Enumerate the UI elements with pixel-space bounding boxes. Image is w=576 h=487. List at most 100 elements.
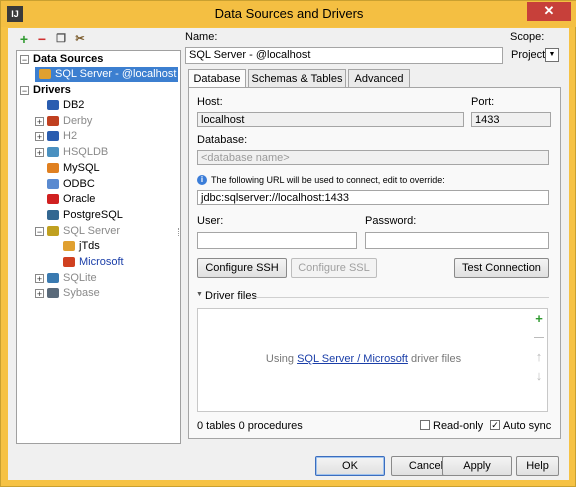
database-driver-icon [47, 272, 59, 283]
readonly-checkbox[interactable] [420, 420, 430, 430]
driver-files-list[interactable]: Using SQL Server / Microsoft driver file… [197, 308, 548, 412]
host-field[interactable]: localhost [197, 112, 464, 127]
user-label: User: [197, 215, 224, 227]
configure-ssl-button[interactable]: Configure SSL [291, 258, 377, 278]
password-label: Password: [365, 215, 417, 227]
dialog-client-area: + − ❐ ✂ − Data Sources SQL Server - @loc… [8, 28, 569, 480]
database-driver-icon [63, 257, 75, 268]
database-driver-icon [47, 209, 59, 220]
tree-item-driver[interactable]: jTds [63, 239, 100, 254]
host-label: Host: [197, 96, 223, 108]
tree-item-driver[interactable]: H2 [47, 129, 77, 144]
tree-item-label: DB2 [63, 99, 85, 111]
scope-select[interactable]: Project [511, 48, 545, 63]
user-field[interactable] [197, 232, 357, 249]
close-button[interactable]: ✕ [527, 2, 571, 21]
autosync-label: Auto sync [503, 420, 552, 432]
expand-toggle-icon[interactable]: − [20, 86, 29, 96]
expand-toggle-icon[interactable]: − [35, 226, 44, 236]
database-field[interactable]: <database name> [197, 150, 549, 165]
duplicate-icon[interactable]: ❐ [53, 31, 69, 47]
tree-item-driver[interactable]: DB2 [47, 98, 84, 113]
port-field[interactable]: 1433 [471, 112, 551, 127]
tab-advanced[interactable]: Advanced [348, 69, 410, 87]
tree-item-label: jTds [79, 240, 100, 253]
expand-toggle-icon[interactable]: + [35, 132, 44, 142]
tree-item-label: MySQL [63, 161, 100, 174]
port-label: Port: [471, 96, 495, 108]
scope-value: Project [511, 49, 546, 61]
tree-item-label: SQLite [63, 271, 97, 284]
name-label: Name: [185, 31, 218, 43]
expand-toggle-icon[interactable]: + [35, 289, 44, 299]
data-sources-tree[interactable]: − Data Sources SQL Server - @localhost −… [16, 50, 181, 444]
tree-item-label: H2 [63, 130, 78, 143]
expand-toggle-icon[interactable]: + [35, 148, 44, 158]
tree-item-label: SQL Server - @localhost [55, 68, 177, 80]
window-title: Data Sources and Drivers [214, 6, 364, 21]
tree-item-driver[interactable]: Oracle [47, 192, 95, 207]
ok-button[interactable]: OK [315, 456, 385, 476]
collapse-arrow-icon[interactable]: ▼ [196, 291, 203, 298]
tree-item-driver[interactable]: Microsoft [63, 255, 124, 270]
database-driver-icon [47, 225, 59, 236]
database-driver-icon [47, 288, 59, 299]
driver-link[interactable]: SQL Server / Microsoft [297, 353, 408, 365]
tree-item-driver[interactable]: HSQLDB [47, 145, 108, 160]
status-text: 0 tables 0 procedures [197, 420, 303, 432]
configure-ssh-button[interactable]: Configure SSH [197, 258, 287, 278]
tree-item-sql-server-localhost[interactable]: SQL Server - @localhost [35, 67, 178, 82]
tree-header-drivers[interactable]: Drivers [33, 83, 71, 98]
tab-schemas-tables[interactable]: Schemas & Tables [248, 69, 346, 87]
tree-item-driver[interactable]: SQL Server [47, 224, 120, 239]
database-driver-icon [47, 131, 59, 142]
info-icon: i [197, 175, 207, 185]
remove-driver-file-icon[interactable]: — [532, 331, 546, 345]
add-icon[interactable]: + [16, 31, 32, 47]
tree-item-label: HSQLDB [63, 146, 109, 159]
readonly-label: Read-only [433, 420, 484, 432]
move-up-icon[interactable]: ↑ [532, 350, 546, 364]
chevron-down-icon[interactable]: ▼ [545, 48, 559, 62]
tree-item-label: Sybase [63, 287, 100, 300]
driver-settings-icon[interactable]: ✂ [72, 31, 88, 47]
database-label: Database: [197, 134, 248, 146]
splitter-handle[interactable] [178, 228, 182, 236]
tab-database[interactable]: Database [188, 69, 246, 88]
test-connection-button[interactable]: Test Connection [454, 258, 549, 278]
database-driver-icon [47, 115, 59, 126]
help-button[interactable]: Help [516, 456, 559, 476]
database-driver-icon [47, 162, 59, 173]
expand-toggle-icon[interactable]: + [35, 273, 44, 283]
driver-text-suffix: driver files [407, 353, 462, 365]
tree-item-driver[interactable]: SQLite [47, 271, 97, 286]
tree-header-data-sources[interactable]: Data Sources [33, 52, 103, 67]
url-field[interactable]: jdbc:sqlserver://localhost:1433 [197, 190, 549, 205]
expand-toggle-icon[interactable]: − [20, 55, 29, 65]
section-divider [251, 297, 549, 298]
tree-item-label: Microsoft [79, 256, 124, 268]
driver-files-text: Using SQL Server / Microsoft driver file… [198, 353, 529, 365]
tree-item-driver[interactable]: Sybase [47, 286, 100, 301]
name-field[interactable]: SQL Server - @localhost [185, 47, 503, 64]
add-driver-file-icon[interactable]: + [532, 312, 546, 326]
tree-item-driver[interactable]: MySQL [47, 161, 100, 176]
move-down-icon[interactable]: ↓ [532, 369, 546, 383]
tree-item-driver[interactable]: PostgreSQL [47, 208, 123, 223]
remove-icon[interactable]: − [34, 31, 50, 47]
tree-item-label: ODBC [63, 177, 95, 190]
database-driver-icon [47, 194, 59, 205]
sql-server-icon [39, 69, 51, 80]
tree-item-driver[interactable]: ODBC [47, 177, 95, 192]
title-bar[interactable]: IJ Data Sources and Drivers ✕ [1, 1, 576, 27]
expand-toggle-icon[interactable]: + [35, 116, 44, 126]
tree-item-label: PostgreSQL [63, 208, 123, 221]
database-driver-icon [47, 178, 59, 189]
apply-button[interactable]: Apply [442, 456, 512, 476]
password-field[interactable] [365, 232, 549, 249]
tree-item-driver[interactable]: Derby [47, 114, 92, 129]
database-driver-icon [47, 147, 59, 158]
tree-item-label: SQL Server [63, 224, 121, 237]
driver-text-prefix: Using [265, 353, 298, 365]
autosync-checkbox[interactable]: ✓ [490, 420, 500, 430]
